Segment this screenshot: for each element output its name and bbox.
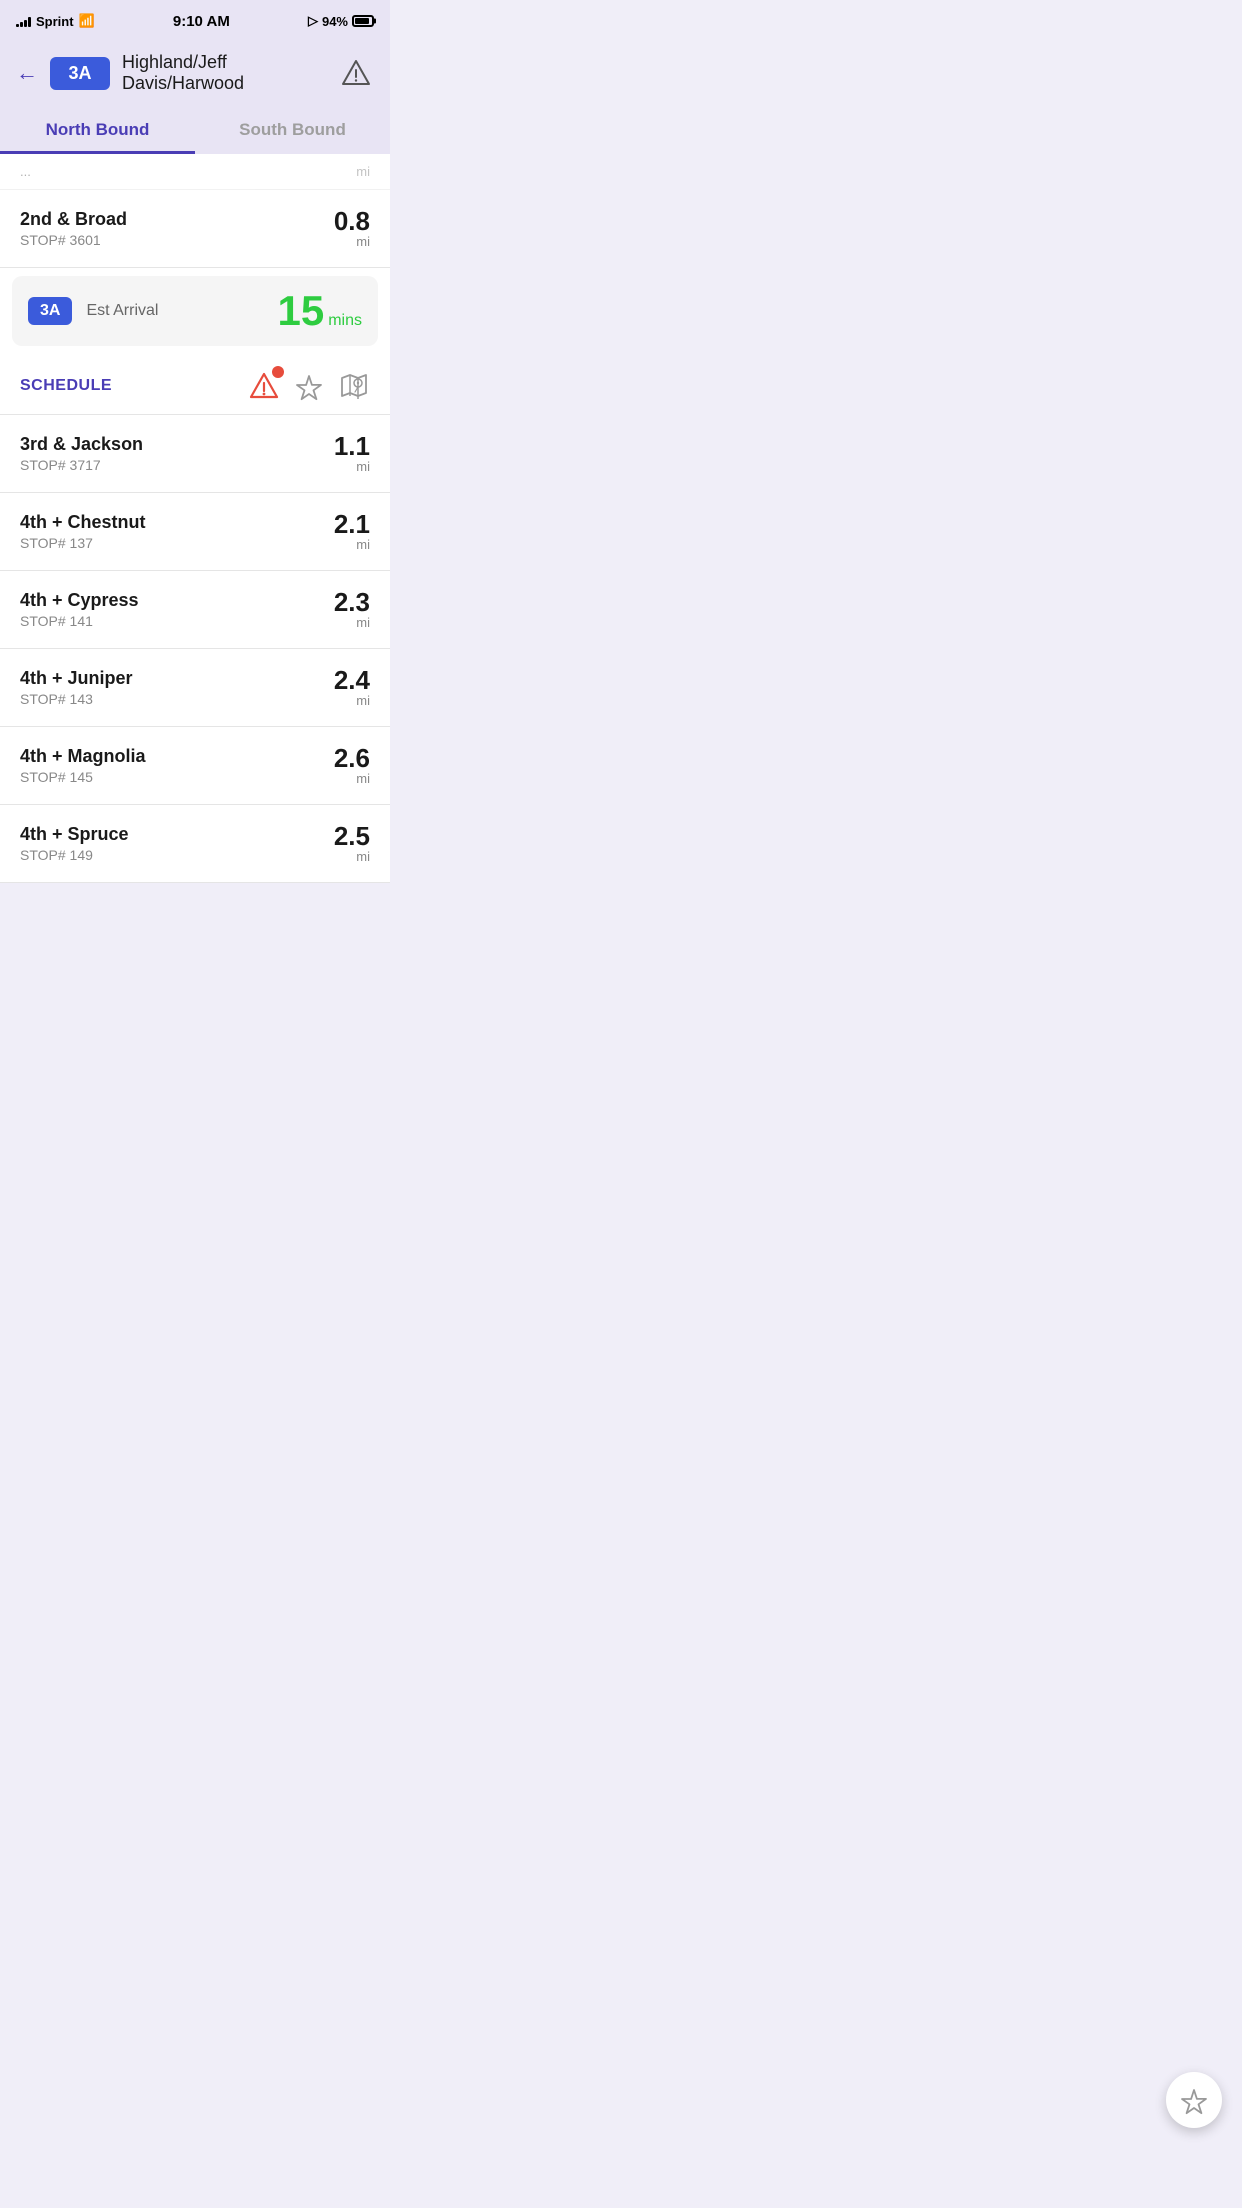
stop-item[interactable]: 4th + Magnolia STOP# 145 2.6 mi bbox=[0, 727, 390, 805]
favorite-icon[interactable] bbox=[294, 371, 324, 401]
carrier-info: Sprint 📶 bbox=[16, 13, 95, 29]
stop-distance-unit: mi bbox=[334, 693, 370, 708]
stop-name: 4th + Magnolia bbox=[20, 746, 146, 767]
stop-item[interactable]: 3rd & Jackson STOP# 3717 1.1 mi bbox=[0, 415, 390, 493]
status-bar: Sprint 📶 9:10 AM ▷ 94% bbox=[0, 0, 390, 40]
battery-info: ▷ 94% bbox=[308, 13, 374, 29]
tabs: North Bound South Bound bbox=[0, 106, 390, 154]
stop-name: 4th + Chestnut bbox=[20, 512, 146, 533]
arrival-badge: 3A bbox=[28, 297, 72, 325]
stop-item[interactable]: 4th + Cypress STOP# 141 2.3 mi bbox=[0, 571, 390, 649]
location-icon: ▷ bbox=[308, 13, 318, 29]
notification-dot bbox=[272, 366, 284, 378]
stop-distance-value: 2.3 bbox=[334, 589, 370, 615]
stop-item[interactable]: 4th + Spruce STOP# 149 2.5 mi bbox=[0, 805, 390, 883]
stop-distance-value: 0.8 bbox=[334, 208, 370, 234]
partial-stop: ... mi bbox=[0, 154, 390, 190]
stop-item-first[interactable]: 2nd & Broad STOP# 3601 0.8 mi bbox=[0, 190, 390, 268]
stop-distance-value: 2.1 bbox=[334, 511, 370, 537]
main-content: ... mi 2nd & Broad STOP# 3601 0.8 mi 3A … bbox=[0, 154, 390, 883]
battery-icon bbox=[352, 15, 374, 27]
stop-distance-value: 2.6 bbox=[334, 745, 370, 771]
stop-name: 4th + Spruce bbox=[20, 824, 129, 845]
stop-name: 2nd & Broad bbox=[20, 209, 127, 230]
status-time: 9:10 AM bbox=[173, 13, 230, 30]
route-title: Highland/Jeff Davis/Harwood bbox=[122, 52, 326, 94]
stop-number: STOP# 149 bbox=[20, 847, 129, 863]
arrival-minutes-label: mins bbox=[328, 312, 362, 330]
stops-list: 3rd & Jackson STOP# 3717 1.1 mi 4th + Ch… bbox=[0, 415, 390, 883]
schedule-label: SCHEDULE bbox=[20, 377, 112, 395]
stop-distance-value: 2.5 bbox=[334, 823, 370, 849]
fab-favorite[interactable] bbox=[1166, 2072, 1222, 2128]
signal-icon bbox=[16, 15, 31, 27]
map-icon[interactable] bbox=[338, 370, 370, 402]
stop-number: STOP# 145 bbox=[20, 769, 146, 785]
tab-south-bound[interactable]: South Bound bbox=[195, 106, 390, 154]
stop-number: STOP# 137 bbox=[20, 535, 146, 551]
stop-number: STOP# 3601 bbox=[20, 232, 127, 248]
stop-number: STOP# 143 bbox=[20, 691, 133, 707]
stop-distance-unit: mi bbox=[334, 849, 370, 864]
stop-name: 4th + Juniper bbox=[20, 668, 133, 689]
stop-item[interactable]: 4th + Juniper STOP# 143 2.4 mi bbox=[0, 649, 390, 727]
schedule-header: SCHEDULE bbox=[0, 354, 390, 414]
stop-distance-unit: mi bbox=[334, 615, 370, 630]
back-button[interactable]: ← bbox=[16, 60, 38, 86]
stop-item[interactable]: 4th + Chestnut STOP# 137 2.1 mi bbox=[0, 493, 390, 571]
stop-number: STOP# 3717 bbox=[20, 457, 143, 473]
arrival-minutes: 15 bbox=[278, 290, 325, 332]
stop-distance-unit: mi bbox=[334, 771, 370, 786]
route-badge: 3A bbox=[50, 57, 110, 90]
stop-distance-unit: mi bbox=[334, 537, 370, 552]
arrival-time: 15 mins bbox=[278, 290, 363, 332]
stop-distance-value: 2.4 bbox=[334, 667, 370, 693]
header: ← 3A Highland/Jeff Davis/Harwood bbox=[0, 40, 390, 106]
battery-percent: 94% bbox=[322, 14, 348, 29]
alert-icon-button[interactable] bbox=[338, 55, 374, 91]
arrival-label: Est Arrival bbox=[86, 302, 158, 320]
tab-north-bound[interactable]: North Bound bbox=[0, 106, 195, 154]
stop-name: 3rd & Jackson bbox=[20, 434, 143, 455]
alert-icon-schedule[interactable] bbox=[248, 370, 280, 402]
stop-distance-unit: mi bbox=[334, 234, 370, 249]
wifi-icon: 📶 bbox=[79, 13, 95, 29]
arrival-card: 3A Est Arrival 15 mins bbox=[12, 276, 378, 346]
carrier-name: Sprint bbox=[36, 14, 74, 29]
stop-distance-unit: mi bbox=[334, 459, 370, 474]
stop-distance-value: 1.1 bbox=[334, 433, 370, 459]
stop-number: STOP# 141 bbox=[20, 613, 139, 629]
stop-name: 4th + Cypress bbox=[20, 590, 139, 611]
